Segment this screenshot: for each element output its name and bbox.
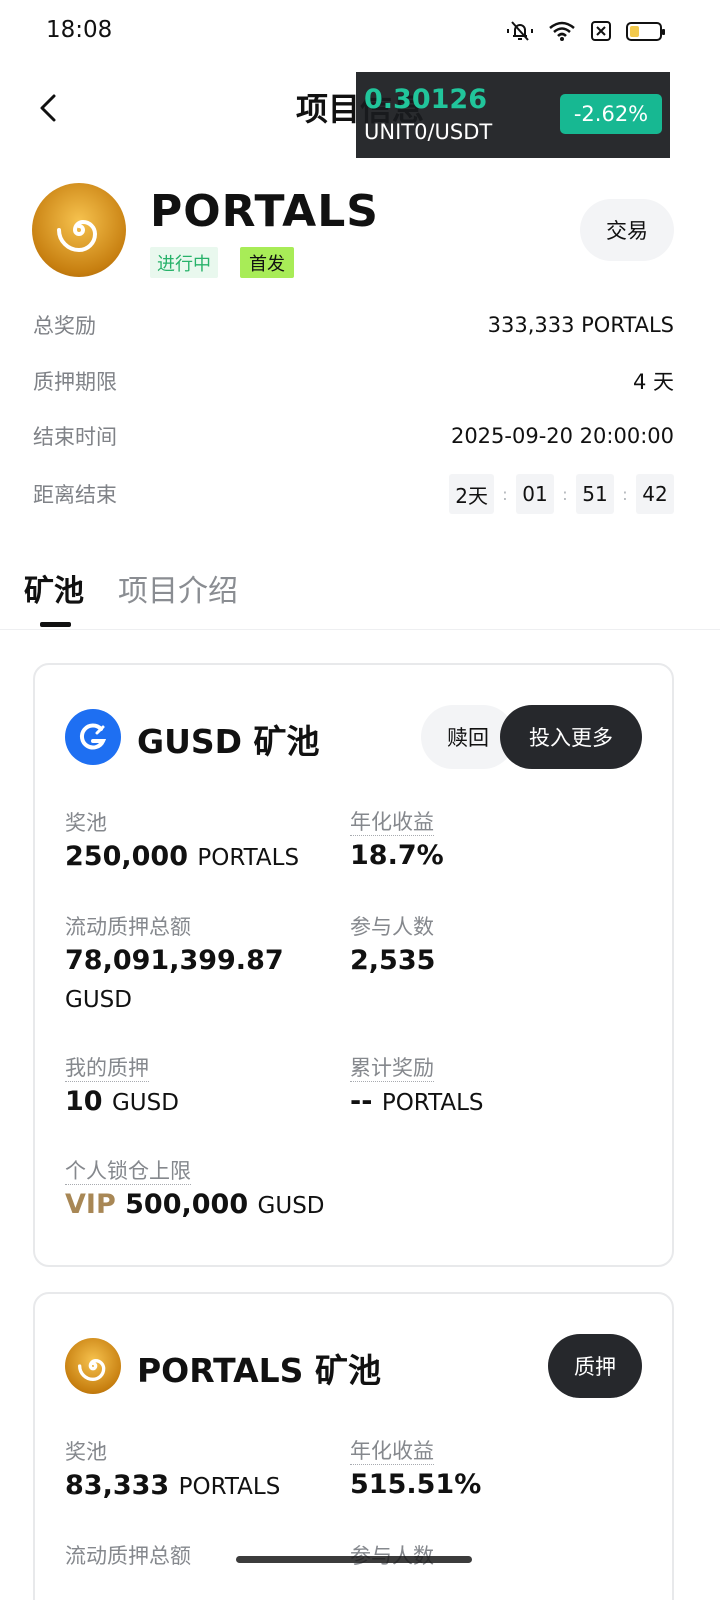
status-bar: 18:08 [0,0,720,62]
first-launch-badge: 首发 [240,247,294,278]
my-stake-unit: GUSD [111,1090,179,1116]
gusd-pool-header: GUSD 矿池 赎回 投入更多 [65,705,642,769]
countdown-timer: 2天 : 01 : 51 : 42 [449,474,674,514]
lock-limit-stat: 个人锁仓上限 VIP 500,000 GUSD [65,1158,325,1224]
prize-pool-unit: PORTALS [197,845,300,871]
invest-more-button[interactable]: 投入更多 [500,705,642,769]
cumulative-reward-label[interactable]: 累计奖励 [350,1055,434,1082]
portals-logo-icon [65,1338,121,1394]
tab-pools[interactable]: 矿池 [24,566,84,610]
portals-prize-pool-unit: PORTALS [178,1474,281,1500]
portals-pool-card: PORTALS 矿池 质押 奖池 83,333 PORTALS 年化收益 515… [33,1292,674,1600]
end-time-label: 结束时间 [33,425,117,449]
stake-period-value: 4 天 [632,370,674,394]
portals-apr-stat: 年化收益 515.51% [350,1438,481,1503]
project-name: PORTALS [150,186,379,237]
total-reward-value: 333,333 PORTALS [487,313,674,337]
gusd-pool-card: GUSD 矿池 赎回 投入更多 奖池 250,000 PORTALS 年化收益 … [33,663,674,1267]
countdown-label: 距离结束 [33,483,117,507]
status-badge: 进行中 [150,247,218,278]
lock-limit-value: 500,000 [125,1189,249,1220]
portals-liquid-stake-stat: 流动质押总额 [65,1542,191,1570]
spiral-icon [57,219,98,253]
apr-value: 18.7% [350,840,444,871]
tab-bar: 矿池 项目介绍 [0,560,720,630]
participants-stat: 参与人数 2,535 [350,913,435,979]
portals-prize-pool-stat: 奖池 83,333 PORTALS [65,1438,280,1505]
portals-prize-pool-label: 奖池 [65,1440,107,1464]
end-time-value: 2025-09-20 20:00:00 [450,424,674,448]
sim-x-icon [591,21,611,41]
stake-button[interactable]: 质押 [548,1334,642,1398]
cumulative-reward-value: -- [350,1086,373,1117]
tab-project-intro[interactable]: 项目介绍 [118,566,238,610]
liquid-stake-stat: 流动质押总额 78,091,399.87 GUSD [65,913,335,1018]
total-reward-row: 总奖励 333,333 PORTALS [33,310,674,340]
portals-apr-value: 515.51% [350,1469,482,1500]
countdown-row: 距离结束 2天 : 01 : 51 : 42 [33,474,674,514]
apr-stat: 年化收益 18.7% [350,809,444,874]
total-reward-label: 总奖励 [33,314,96,338]
countdown-seconds: 42 [636,474,674,514]
status-time: 18:08 [46,17,113,43]
lock-limit-unit: GUSD [257,1193,325,1219]
countdown-separator: : [622,484,628,504]
liquid-stake-value: 78,091,399.87 [65,945,284,976]
prize-pool-label: 奖池 [65,811,107,835]
prize-pool-value: 250,000 [65,841,188,872]
cumulative-reward-unit: PORTALS [381,1090,484,1116]
home-indicator[interactable] [236,1556,472,1563]
liquid-stake-unit: GUSD [65,987,132,1013]
participants-label: 参与人数 [350,915,434,939]
price-ticker-overlay[interactable]: 0.30126 UNIT0/USDT -2.62% [356,72,670,158]
ticker-pair: UNIT0/USDT [364,120,493,144]
my-stake-label[interactable]: 我的质押 [65,1055,149,1082]
lock-limit-label[interactable]: 个人锁仓上限 [65,1158,191,1185]
my-stake-stat: 我的质押 10 GUSD [65,1055,179,1121]
stake-period-row: 质押期限 4 天 [33,366,674,396]
status-icons [506,19,665,43]
portals-prize-pool-value: 83,333 [65,1470,170,1501]
battery-icon [626,21,665,41]
mute-bell-icon [507,21,533,41]
gusd-logo-icon [65,709,121,765]
cumulative-reward-stat: 累计奖励 -- PORTALS [350,1055,484,1121]
ticker-price: 0.30126 [364,84,487,115]
countdown-hours: 01 [516,474,554,514]
wifi-icon [549,21,575,41]
countdown-minutes: 51 [576,474,614,514]
countdown-separator: : [562,484,568,504]
end-time-row: 结束时间 2025-09-20 20:00:00 [33,421,674,451]
participants-value: 2,535 [350,945,436,976]
countdown-days: 2天 [449,474,494,514]
portals-pool-title: PORTALS 矿池 [137,1351,381,1390]
gusd-pool-title: GUSD 矿池 [137,722,320,761]
portals-liquid-stake-label: 流动质押总额 [65,1544,191,1568]
stake-period-label: 质押期限 [33,370,117,394]
portals-logo-icon [32,183,126,277]
ticker-change-badge: -2.62% [560,94,662,134]
vip-badge: VIP [65,1189,116,1220]
countdown-separator: : [502,484,508,504]
portals-pool-header: PORTALS 矿池 质押 [65,1334,642,1398]
apr-label[interactable]: 年化收益 [350,809,434,836]
portals-apr-label[interactable]: 年化收益 [350,1438,434,1465]
tab-active-indicator [40,622,71,627]
liquid-stake-label: 流动质押总额 [65,915,191,939]
my-stake-value: 10 [65,1086,103,1117]
prize-pool-stat: 奖池 250,000 PORTALS [65,809,299,876]
trade-button[interactable]: 交易 [580,199,674,261]
